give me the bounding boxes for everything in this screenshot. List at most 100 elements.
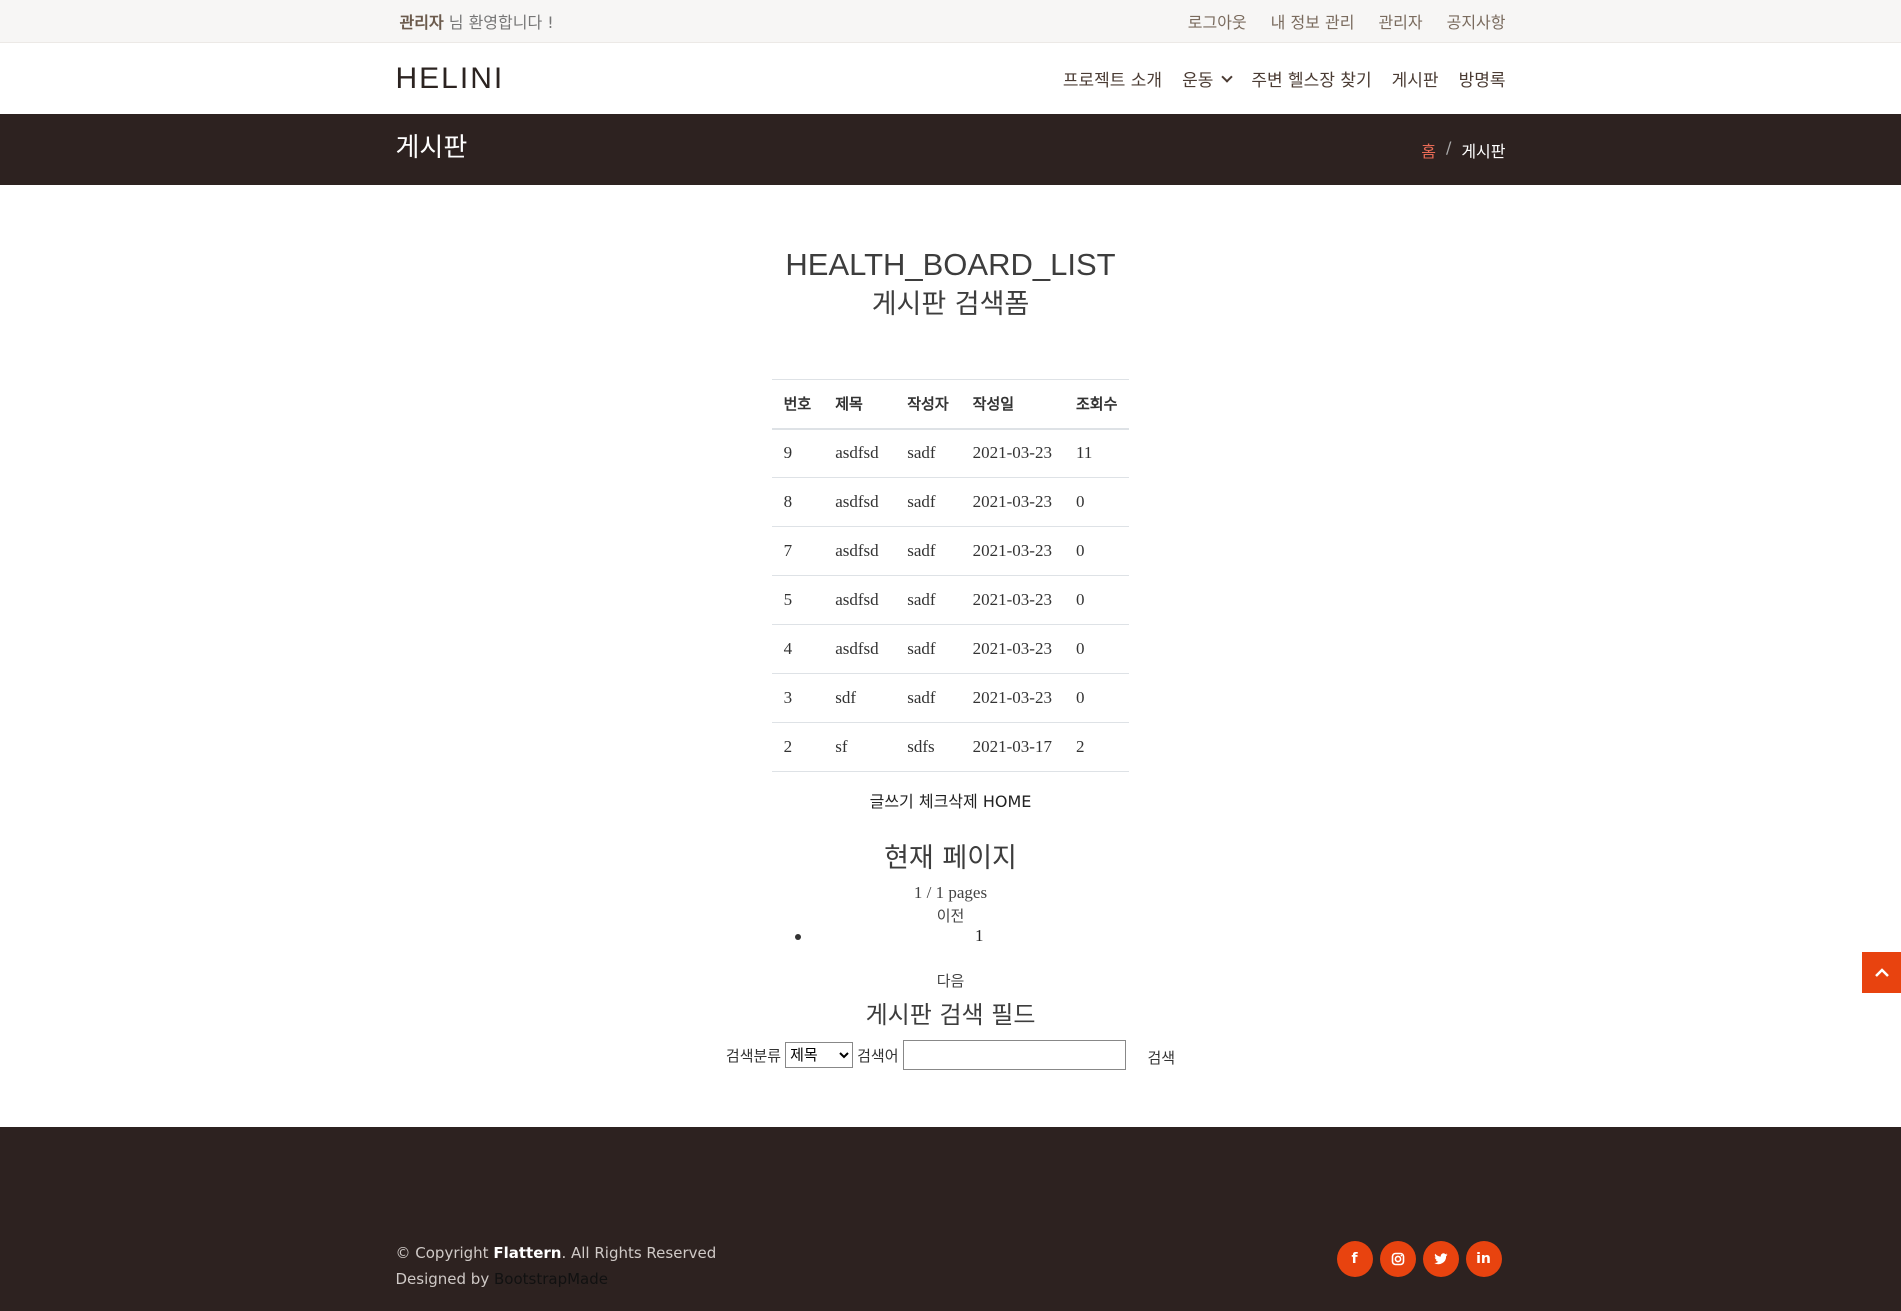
cell-writer: sadf	[895, 477, 961, 527]
linkedin-icon[interactable]: in	[1465, 1241, 1502, 1277]
logout-link[interactable]: 로그아웃	[1188, 9, 1247, 33]
cell-title[interactable]: asdfsd	[823, 477, 896, 527]
welcome-message: 관리자 님 환영합니다 !	[396, 9, 554, 33]
nav-exercise[interactable]: 운동	[1182, 66, 1234, 91]
cell-number: 5	[771, 575, 824, 625]
breadcrumb-bar: 게시판 홈 / 게시판	[0, 114, 1901, 185]
search-input[interactable]	[902, 1040, 1126, 1070]
top-bar: 관리자 님 환영합니다 ! 로그아웃 내 정보 관리 관리자 공지사항	[0, 0, 1901, 43]
nav-board[interactable]: 게시판	[1392, 66, 1439, 91]
table-row: 4 asdfsd sadf 2021-03-23 0	[771, 624, 1130, 674]
copyright-suffix: . All Rights Reserved	[561, 1244, 717, 1262]
cell-views: 2	[1063, 722, 1130, 772]
breadcrumb-separator: /	[1445, 137, 1452, 157]
list-bullet	[795, 934, 801, 940]
chevron-up-icon	[1874, 967, 1889, 977]
page-number-link[interactable]: 1	[975, 926, 984, 946]
breadcrumb-current: 게시판	[1461, 141, 1506, 161]
col-date: 작성일	[960, 379, 1064, 430]
cell-writer: sadf	[895, 624, 961, 674]
designed-prefix: Designed by	[395, 1270, 494, 1288]
chevron-down-icon	[1221, 70, 1234, 83]
twitter-icon[interactable]	[1422, 1241, 1459, 1277]
table-row: 9 asdfsd sadf 2021-03-23 11	[771, 428, 1130, 478]
cell-date: 2021-03-23	[960, 575, 1064, 625]
top-links: 로그아웃 내 정보 관리 관리자 공지사항	[1188, 9, 1506, 33]
prev-page-link[interactable]: 이전	[0, 905, 1901, 926]
cell-number: 7	[771, 526, 824, 576]
site-footer: © Copyright Flattern. All Rights Reserve…	[0, 1127, 1901, 1311]
breadcrumb-home[interactable]: 홈	[1421, 138, 1436, 162]
cell-number: 8	[771, 477, 824, 527]
cell-date: 2021-03-17	[960, 722, 1064, 772]
search-keyword-label: 검색어	[857, 1046, 899, 1065]
notice-link[interactable]: 공지사항	[1447, 9, 1506, 33]
footer-copyright: © Copyright Flattern. All Rights Reserve…	[396, 1240, 717, 1292]
cell-writer: sadf	[895, 526, 961, 576]
board-table: 번호 제목 작성자 작성일 조회수 9 asdfsd sadf 2021-03-23 1…	[771, 379, 1130, 772]
admin-link[interactable]: 관리자	[1378, 9, 1422, 33]
next-page-link[interactable]: 다음	[0, 970, 1901, 991]
check-delete-link[interactable]: 체크삭제	[919, 792, 978, 811]
nav-find-gym[interactable]: 주변 헬스장 찾기	[1251, 66, 1371, 91]
cell-date: 2021-03-23	[960, 477, 1064, 527]
cell-title[interactable]: asdfsd	[823, 575, 896, 625]
col-title: 제목	[823, 379, 896, 430]
cell-number: 9	[771, 428, 824, 478]
social-links: f in	[1336, 1241, 1502, 1277]
col-number: 번호	[771, 379, 824, 430]
table-row: 5 asdfsd sadf 2021-03-23 0	[771, 575, 1130, 625]
facebook-icon[interactable]: f	[1336, 1241, 1373, 1277]
back-to-top-button[interactable]	[1862, 952, 1901, 993]
cell-number: 2	[771, 722, 824, 772]
copyright-prefix: © Copyright	[395, 1244, 494, 1262]
table-row: 3 sdf sadf 2021-03-23 0	[771, 673, 1130, 723]
designed-by-line: Designed by BootstrapMade	[396, 1266, 717, 1292]
cell-views: 0	[1063, 526, 1130, 576]
table-row: 8 asdfsd sadf 2021-03-23 0	[771, 477, 1130, 527]
main-content: HEALTH_BOARD_LIST 게시판 검색폼 번호 제목 작성자 작성일 …	[0, 245, 1901, 1070]
instagram-icon[interactable]	[1379, 1241, 1416, 1277]
main-nav: 프로젝트 소개 운동 주변 헬스장 찾기 게시판 방명록	[1063, 66, 1506, 91]
write-link[interactable]: 글쓰기	[870, 792, 914, 811]
cell-writer: sadf	[895, 673, 961, 723]
user-name: 관리자	[399, 13, 444, 32]
search-form: 검색분류 제목 검색어 검색	[0, 1040, 1901, 1070]
cell-date: 2021-03-23	[960, 624, 1064, 674]
site-header: HELINI 프로젝트 소개 운동 주변 헬스장 찾기 게시판 방명록	[0, 43, 1901, 114]
cell-title[interactable]: sf	[823, 722, 896, 772]
col-writer: 작성자	[895, 379, 961, 430]
search-category-select[interactable]: 제목	[785, 1042, 854, 1068]
table-header-row: 번호 제목 작성자 작성일 조회수	[771, 379, 1130, 430]
cell-views: 0	[1063, 624, 1130, 674]
my-info-link[interactable]: 내 정보 관리	[1271, 9, 1355, 33]
board-subtitle: 게시판 검색폼	[871, 289, 1030, 320]
cell-title[interactable]: sdf	[823, 673, 896, 723]
cell-date: 2021-03-23	[960, 673, 1064, 723]
cell-date: 2021-03-23	[960, 526, 1064, 576]
cell-title[interactable]: asdfsd	[823, 624, 896, 674]
logo[interactable]: HELINI	[396, 62, 505, 96]
cell-writer: sadf	[895, 428, 961, 478]
table-row: 2 sf sdfs 2021-03-17 2	[771, 722, 1130, 772]
board-title: HEALTH_BOARD_LIST	[785, 247, 1116, 282]
nav-guestbook[interactable]: 방명록	[1459, 66, 1506, 91]
designer-link[interactable]: BootstrapMade	[494, 1270, 608, 1288]
table-row: 7 asdfsd sadf 2021-03-23 0	[771, 526, 1130, 576]
cell-number: 3	[771, 673, 824, 723]
page-title: 게시판	[395, 133, 468, 163]
home-link[interactable]: HOME	[983, 792, 1032, 811]
nav-exercise-label: 운동	[1182, 71, 1214, 91]
board-actions: 글쓰기 체크삭제 HOME	[0, 788, 1901, 812]
cell-title[interactable]: asdfsd	[823, 428, 896, 478]
cell-title[interactable]: asdfsd	[823, 526, 896, 576]
search-button[interactable]: 검색	[1148, 1047, 1176, 1068]
cell-views: 11	[1063, 428, 1130, 478]
nav-project-intro[interactable]: 프로젝트 소개	[1063, 66, 1162, 91]
cell-views: 0	[1063, 477, 1130, 527]
col-views: 조회수	[1063, 379, 1130, 430]
cell-date: 2021-03-23	[960, 428, 1064, 478]
welcome-suffix: 님 환영합니다 !	[443, 13, 554, 32]
footer-brand: Flattern	[493, 1244, 562, 1262]
cell-views: 0	[1063, 575, 1130, 625]
